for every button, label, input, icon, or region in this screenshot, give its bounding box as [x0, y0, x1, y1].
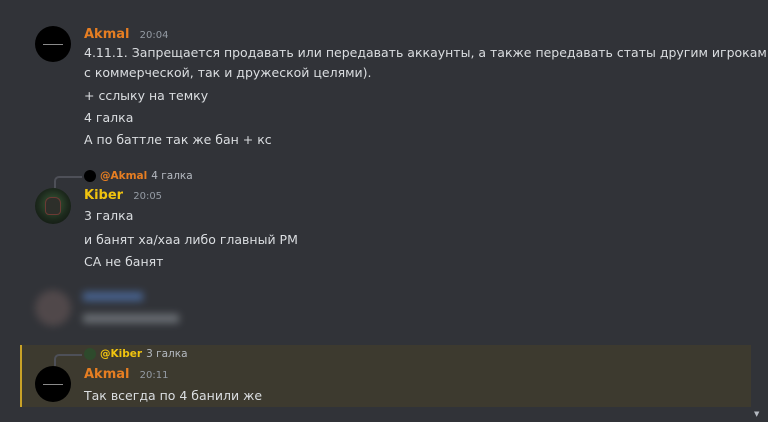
message-line: с коммерческой, так и дружеской целями).: [84, 65, 372, 80]
message-line: А по баттле так же бан + кс: [84, 132, 272, 147]
scroll-down-icon[interactable]: ▼: [754, 410, 762, 418]
reply-avatar: [84, 348, 96, 360]
message-akmal-2[interactable]: @Kiber 3 галка Akmal 20:11 Так всегда по…: [0, 346, 768, 408]
timestamp: 20:11: [139, 370, 169, 381]
reply-spine-icon: [54, 176, 82, 188]
message-akmal-1[interactable]: Akmal 20:04 4.11.1. Запрещается продават…: [0, 20, 768, 155]
reply-reference[interactable]: @Kiber 3 галка: [54, 347, 188, 366]
username[interactable]: Akmal: [84, 367, 129, 382]
avatar-line-icon: [43, 383, 63, 385]
reply-mention[interactable]: @Akmal: [100, 170, 147, 182]
message-line: Так всегда по 4 банили же: [84, 388, 263, 403]
blurred-message: [25, 280, 235, 340]
message-line: 4 галка: [84, 110, 134, 125]
message-line: 3 галка: [84, 208, 134, 223]
avatar[interactable]: [35, 26, 71, 62]
reply-mention[interactable]: @Kiber: [100, 348, 142, 360]
avatar-skull-icon: [45, 197, 61, 215]
reply-reference[interactable]: @Akmal 4 галка: [54, 169, 193, 188]
reply-spine-icon: [54, 354, 82, 366]
message-line: СА не банят: [84, 254, 164, 269]
username[interactable]: Kiber: [84, 188, 123, 203]
timestamp: 20:05: [133, 191, 163, 202]
reply-avatar: [84, 170, 96, 182]
message-kiber-1[interactable]: @Akmal 4 галка Kiber 20:05 3 галка и бан…: [0, 168, 768, 278]
message-line: + сслыку на темку: [84, 88, 209, 103]
blurred-text: [83, 314, 179, 323]
avatar[interactable]: [35, 188, 71, 224]
reply-text: 4 галка: [151, 170, 193, 182]
username[interactable]: Akmal: [84, 27, 129, 42]
blurred-avatar: [35, 290, 71, 326]
avatar-line-icon: [43, 43, 63, 45]
message-line: 4.11.1. Запрещается продавать или переда…: [84, 45, 768, 60]
message-line: и банят ха/хаа либо главный РМ: [84, 232, 298, 247]
avatar[interactable]: [35, 366, 71, 402]
timestamp: 20:04: [139, 30, 169, 41]
reply-text: 3 галка: [146, 348, 188, 360]
blurred-username: [83, 292, 143, 301]
